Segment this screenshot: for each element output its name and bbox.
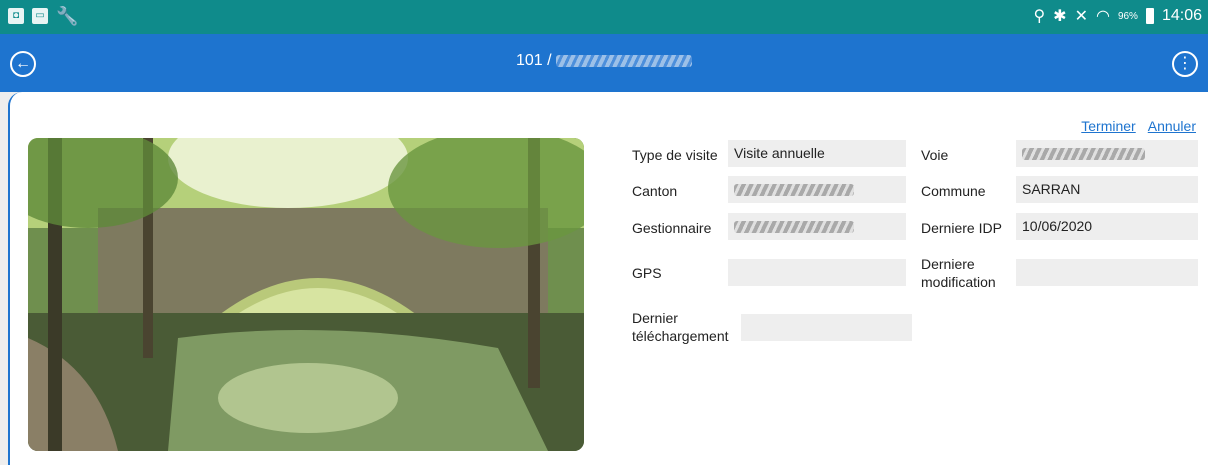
type-visite-label: Type de visite bbox=[632, 147, 718, 163]
battery-percent: 96% bbox=[1117, 10, 1138, 22]
finish-link[interactable]: Terminer bbox=[1081, 118, 1135, 134]
bluetooth-icon: ✱ bbox=[1053, 8, 1067, 25]
visit-card: Terminer Annuler Type de visite Visite a… bbox=[8, 92, 1208, 465]
wrench-icon: 🔧 bbox=[56, 6, 79, 26]
status-right-icons: ⚲ ✱ ✕ ◠ 96% 14:06 bbox=[1033, 6, 1202, 26]
cancel-link[interactable]: Annuler bbox=[1148, 118, 1196, 134]
type-visite-field[interactable]: Visite annuelle bbox=[728, 140, 906, 167]
gestionnaire-label: Gestionnaire bbox=[632, 220, 712, 236]
title-name-redacted: ████████ bbox=[556, 54, 693, 67]
card-actions: Terminer Annuler bbox=[1081, 118, 1196, 134]
canton-value-redacted: ████████ bbox=[734, 184, 855, 197]
more-vertical-icon: ⋮ bbox=[1177, 55, 1193, 72]
gestionnaire-field[interactable]: ████████ bbox=[728, 213, 906, 240]
app-bar: ← 101 / ████████ ⋮ bbox=[0, 34, 1208, 92]
canton-field[interactable]: ████████ bbox=[728, 176, 906, 203]
status-bar: ◘ ▭ 🔧 ⚲ ✱ ✕ ◠ 96% 14:06 bbox=[0, 0, 1208, 34]
derniere-idp-field[interactable]: 10/06/2020 bbox=[1016, 213, 1198, 240]
location-icon: ⚲ bbox=[1033, 8, 1046, 25]
title-number: 101 / bbox=[515, 52, 552, 69]
voie-field[interactable]: ████████ bbox=[1016, 140, 1198, 167]
clock: 14:06 bbox=[1161, 7, 1202, 24]
bridge-photo-illustration bbox=[28, 138, 584, 451]
battery-icon bbox=[1145, 8, 1154, 24]
dernier-telechargement-field[interactable] bbox=[741, 314, 912, 341]
dernier-telechargement-label: Dernier téléchargement bbox=[632, 310, 729, 344]
derniere-modification-label: Derniere modification bbox=[921, 256, 996, 290]
bridge-photo bbox=[28, 138, 584, 451]
status-left-icons: ◘ ▭ 🔧 bbox=[8, 6, 79, 26]
wifi-icon: ◠ bbox=[1095, 8, 1110, 25]
gps-field[interactable] bbox=[728, 259, 906, 286]
mute-icon: ✕ bbox=[1074, 8, 1088, 25]
page-title: 101 / ████████ bbox=[0, 52, 1208, 70]
gestionnaire-value-redacted: ████████ bbox=[734, 221, 855, 234]
voie-value-redacted: ████████ bbox=[1022, 148, 1146, 161]
sms-icon: ◘ bbox=[8, 8, 24, 24]
message-icon: ▭ bbox=[32, 8, 48, 24]
commune-label: Commune bbox=[921, 183, 986, 199]
derniere-modification-field[interactable] bbox=[1016, 259, 1198, 286]
voie-label: Voie bbox=[921, 147, 949, 163]
gps-label: GPS bbox=[632, 265, 662, 281]
commune-field[interactable]: SARRAN bbox=[1016, 176, 1198, 203]
canton-label: Canton bbox=[632, 183, 678, 199]
more-options-button[interactable]: ⋮ bbox=[1172, 51, 1198, 77]
derniere-idp-label: Derniere IDP bbox=[921, 220, 1002, 236]
